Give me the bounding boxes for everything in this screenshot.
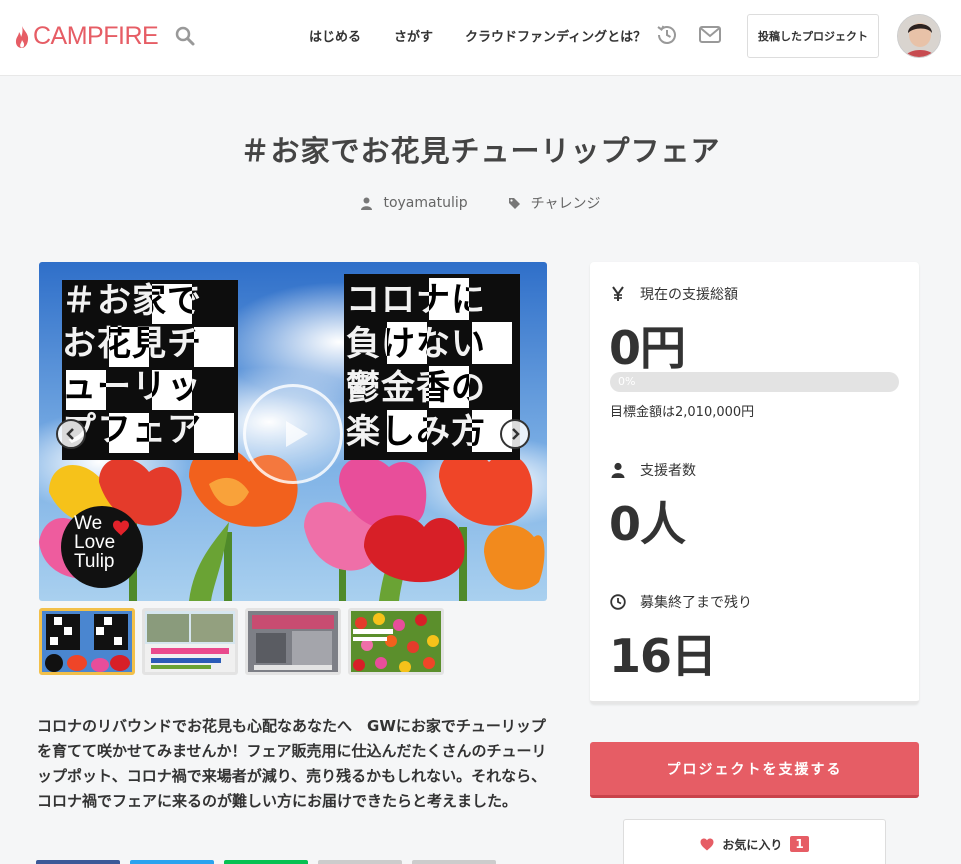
remaining-days: 16日 — [609, 629, 717, 683]
remaining-label-text: 募集終了まで残り — [640, 595, 752, 611]
posted-projects-button[interactable]: 投稿したプロジェクト — [747, 14, 879, 58]
thumbnail-2[interactable] — [142, 608, 238, 675]
funding-progress-bar: 0% — [610, 372, 899, 392]
thumbnail-4[interactable] — [348, 608, 444, 675]
badge-line-1: We — [74, 513, 103, 534]
goal-amount: 目標金額は2,010,000円 — [610, 405, 755, 420]
campfire-logo[interactable]: CAMPFIRE — [14, 22, 159, 51]
avatar-image — [898, 15, 940, 57]
right-title-block — [344, 274, 520, 460]
owner-name: toyamatulip — [383, 195, 468, 211]
play-icon — [286, 421, 308, 447]
flame-icon — [15, 25, 29, 48]
project-owner[interactable]: toyamatulip — [360, 193, 468, 213]
support-project-button[interactable]: プロジェクトを支援する — [590, 742, 919, 798]
favorite-button[interactable]: お気に入り 1 — [623, 819, 886, 864]
share-line-button[interactable] — [224, 860, 308, 864]
user-avatar[interactable] — [897, 14, 941, 58]
thumbnail-1-image — [42, 611, 132, 672]
badge-text: We Love Tulip — [74, 514, 134, 571]
thumbnail-3[interactable] — [245, 608, 341, 675]
total-label-text: 現在の支援総額 — [640, 287, 738, 303]
clock-icon — [610, 594, 626, 610]
remaining-label: 募集終了まで残り — [610, 592, 752, 612]
funding-stats-panel: 現在の支援総額 0円 0% 目標金額は2,010,000円 支援者数 0人 募集… — [590, 262, 919, 704]
thumbnail-2-image — [145, 611, 235, 672]
user-icon — [361, 197, 373, 210]
nav-search[interactable]: さがす — [394, 26, 433, 45]
project-title: ＃お家でお花見チューリップフェア — [240, 134, 721, 168]
share-button-4[interactable] — [318, 860, 402, 864]
favorite-count: 1 — [790, 836, 809, 852]
video-play-button[interactable] — [243, 384, 343, 484]
left-title-block — [62, 280, 238, 460]
history-icon[interactable] — [655, 23, 679, 47]
badge-line-2: Love — [74, 532, 116, 553]
user-icon — [611, 462, 625, 478]
yen-icon — [612, 286, 624, 301]
project-category[interactable]: チャレンジ — [508, 193, 601, 213]
share-twitter-button[interactable] — [130, 860, 214, 864]
next-image-button[interactable] — [500, 419, 530, 449]
total-label: 現在の支援総額 — [610, 284, 738, 304]
favorite-label: お気に入り — [722, 837, 783, 852]
chevron-right-icon — [512, 428, 520, 440]
supporters-label: 支援者数 — [610, 460, 696, 480]
project-description: コロナのリバウンドでお花見も心配なあなたへ GWにお家でチューリップを育てて咲か… — [37, 717, 547, 810]
project-meta: toyamatulip チャレンジ — [0, 193, 961, 213]
thumbnail-1[interactable] — [39, 608, 135, 675]
nav-start[interactable]: はじめる — [309, 26, 361, 45]
site-header: CAMPFIRE はじめる さがす クラウドファンディングとは？ 投稿したプロジ… — [0, 0, 961, 76]
category-name: チャレンジ — [530, 196, 601, 212]
heart-icon — [700, 838, 714, 850]
mail-icon[interactable] — [698, 25, 722, 45]
thumbnail-4-image — [351, 611, 441, 672]
logo-text: CAMPFIRE — [33, 22, 159, 50]
prev-image-button[interactable] — [56, 419, 86, 449]
search-icon[interactable] — [174, 25, 196, 47]
supporters-label-text: 支援者数 — [640, 463, 696, 479]
chevron-left-icon — [66, 428, 74, 440]
share-button-5[interactable] — [412, 860, 496, 864]
tag-icon — [508, 197, 520, 209]
badge-line-3: Tulip — [74, 551, 115, 572]
supporters-count: 0人 — [609, 497, 686, 551]
progress-percent: 0% — [618, 375, 636, 388]
nav-about-crowdfunding[interactable]: クラウドファンディングとは？ — [465, 26, 646, 45]
total-amount: 0円 — [609, 321, 686, 375]
thumbnail-3-image — [248, 611, 338, 672]
share-facebook-button[interactable] — [36, 860, 120, 864]
